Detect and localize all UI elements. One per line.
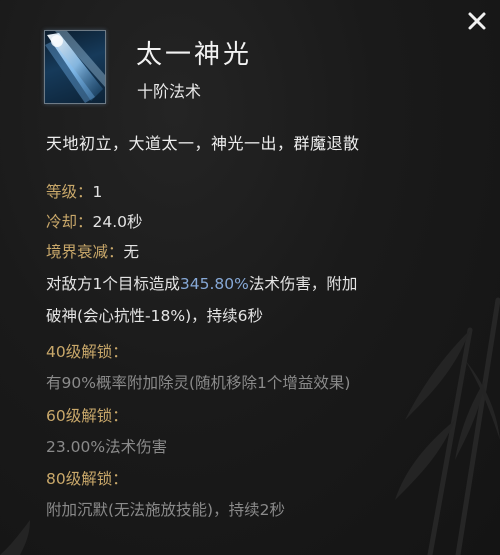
decay-label: 境界衰减： (46, 243, 124, 261)
decay-row: 境界衰减：无 (46, 240, 139, 262)
close-button[interactable] (464, 8, 490, 34)
close-icon (468, 12, 486, 30)
effect-line-1: 对敌方1个目标造成345.80%法术伤害，附加 (46, 272, 357, 294)
skill-name: 太一神光 (136, 40, 253, 70)
level-value: 1 (92, 183, 103, 201)
skill-light-beam-icon (45, 31, 105, 103)
skill-tooltip-panel: 太一神光 十阶法术 天地初立，大道太一，神光一出，群魔退散 等级：1 冷却：24… (0, 0, 500, 555)
skill-tier: 十阶法术 (137, 82, 202, 101)
effect-text-post: 法术伤害，附加 (248, 275, 358, 293)
effect-line-2: 破神(会心抗性-18%)，持续6秒 (46, 307, 264, 325)
unlock-80-text: 附加沉默(无法施放技能)，持续2秒 (46, 501, 285, 519)
cooldown-row: 冷却：24.0秒 (46, 210, 143, 232)
unlock-80-label: 80级解锁： (46, 470, 128, 488)
level-row: 等级：1 (46, 180, 102, 202)
unlock-60-label: 60级解锁： (46, 407, 128, 425)
skill-flavor-text: 天地初立，大道太一，神光一出，群魔退散 (46, 134, 360, 153)
level-label: 等级： (46, 183, 93, 201)
unlock-60-text: 23.00%法术伤害 (46, 438, 168, 456)
damage-percent: 345.80% (179, 275, 249, 293)
unlock-40-label: 40级解锁： (46, 343, 128, 361)
unlock-40-text: 有90%概率附加除灵(随机移除1个增益效果) (46, 374, 351, 392)
skill-icon-frame (44, 30, 106, 104)
cooldown-value: 24.0秒 (92, 213, 143, 231)
cooldown-label: 冷却： (46, 213, 93, 231)
effect-text-pre: 对敌方1个目标造成 (46, 275, 180, 293)
decay-value: 无 (123, 243, 140, 261)
